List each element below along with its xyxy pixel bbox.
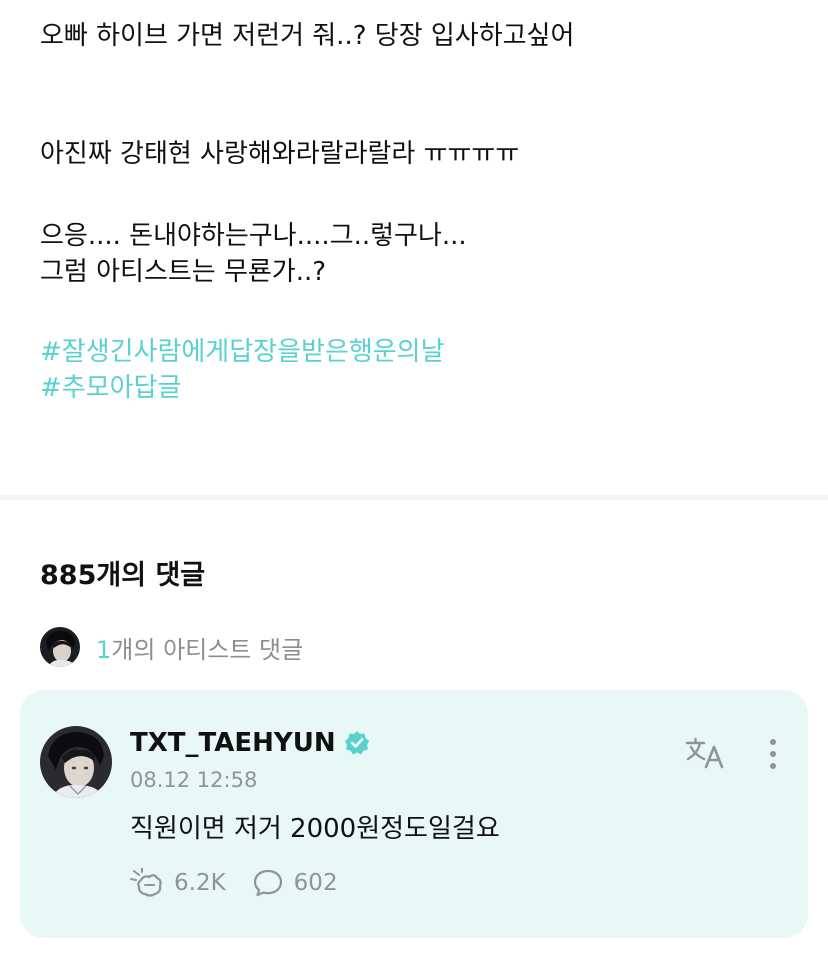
post-line: 으응.... 돈내야하는구나....그..렇구나...: [40, 221, 467, 251]
hashtag-link[interactable]: #잘생긴사람에게답장을받은행운의날: [40, 334, 445, 370]
comment-stats: 6.2K 602: [130, 865, 364, 901]
hashtag-link[interactable]: #추모아답글: [40, 370, 181, 406]
reply-icon: [253, 869, 282, 897]
cheer-icon: [130, 868, 162, 897]
artist-comment-text: 개의 아티스트 댓글: [111, 635, 304, 664]
comment-text: 직원이면 저거 2000원정도일걸요: [130, 814, 500, 844]
reply-count: 602: [293, 870, 338, 896]
post-line: 그럼 아티스트는 무룐가..?: [40, 257, 327, 287]
username-text: TXT_TAEHYUN: [130, 728, 336, 758]
verified-icon: [344, 730, 370, 756]
cheer-button[interactable]: 6.2K: [130, 868, 226, 898]
like-count: 6.2K: [174, 870, 226, 896]
artist-comment-card: TXT_TAEHYUN 08.12 12:58 직원이면 저거 2000원정도일…: [20, 690, 808, 938]
post-line: 오빠 하이브 가면 저런거 줘..? 당장 입사하고싶어: [40, 21, 575, 51]
avatar[interactable]: [40, 726, 112, 798]
section-divider: [0, 495, 828, 500]
artist-avatar: [40, 627, 80, 667]
more-icon[interactable]: [758, 734, 788, 774]
comment-count-title: 885개의 댓글: [40, 560, 206, 591]
artist-comment-count: 1: [96, 635, 112, 664]
reply-button[interactable]: 602: [252, 868, 338, 898]
translate-button[interactable]: [684, 734, 728, 774]
post-line: 아진짜 강태현 사랑해와라랄라랄라 ㅠㅠㅠㅠ: [40, 139, 520, 169]
comment-timestamp: 08.12 12:58: [130, 768, 258, 792]
comment-author[interactable]: TXT_TAEHYUN: [130, 728, 370, 758]
artist-comments-label: 1개의 아티스트 댓글: [96, 630, 303, 665]
translate-icon: [685, 737, 724, 769]
artist-comments-filter[interactable]: 1개의 아티스트 댓글: [40, 627, 303, 667]
